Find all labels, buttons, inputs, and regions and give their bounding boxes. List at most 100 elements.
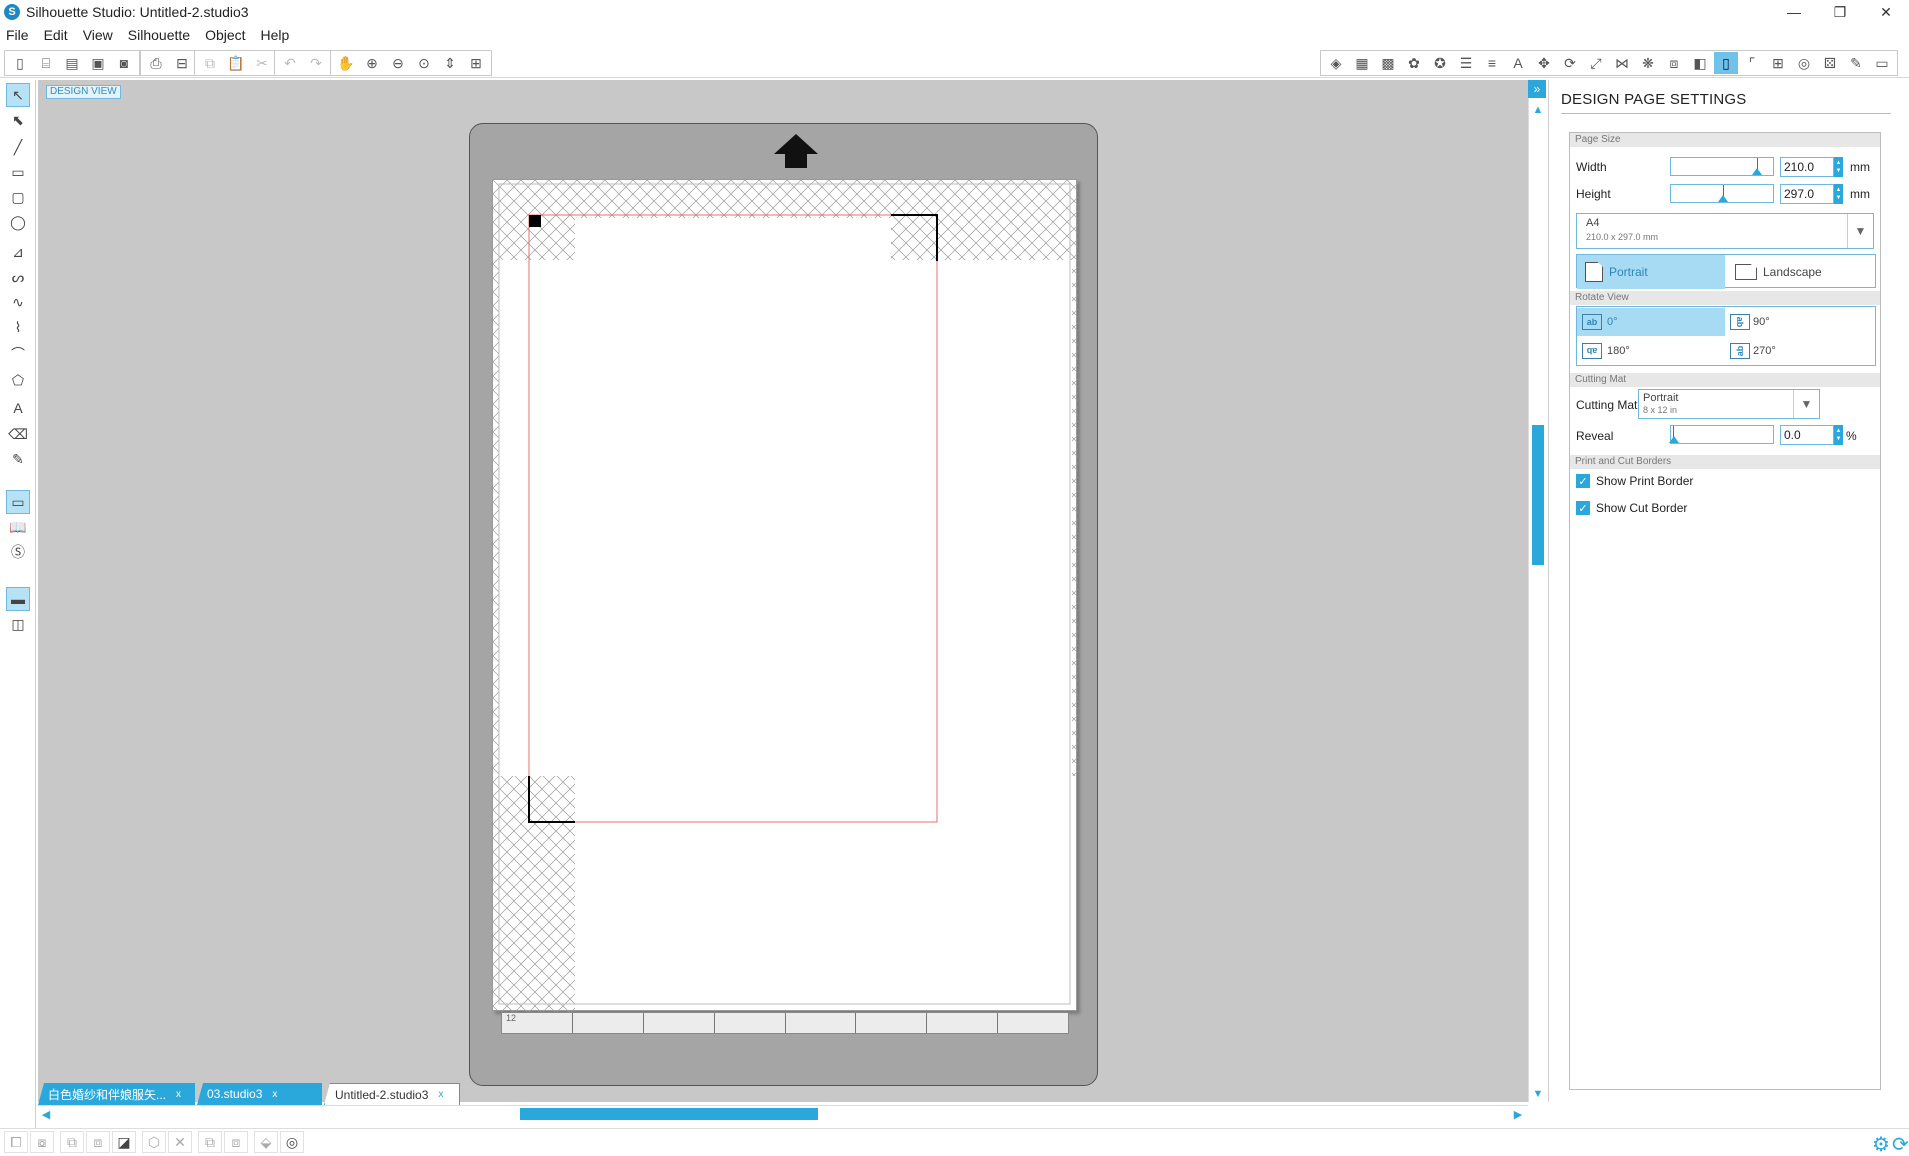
effects-icon[interactable]: ✪ (1428, 52, 1452, 74)
tab-document-2[interactable]: 03.studio3 x (197, 1083, 322, 1105)
reveal-slider[interactable] (1669, 425, 1774, 444)
select-arrow-icon[interactable]: ↖ (6, 83, 30, 107)
cutting-mat-dropdown[interactable]: Portrait 8 x 12 in ▼ (1638, 389, 1820, 419)
offset-icon[interactable]: ◎ (280, 1131, 304, 1153)
menu-help[interactable]: Help (261, 27, 290, 43)
save-icon[interactable]: ▣ (86, 52, 110, 74)
offset-icon[interactable]: ◧ (1688, 52, 1712, 74)
rotate-icon[interactable]: ⟳ (1558, 52, 1582, 74)
zoom-drag-icon[interactable]: ⇕ (438, 52, 462, 74)
menu-object[interactable]: Object (205, 27, 245, 43)
page-setup-icon[interactable]: ▯ (1714, 52, 1738, 74)
chevron-down-icon[interactable]: ▼ (1793, 390, 1819, 418)
rotate-90-button[interactable]: ab 90° (1727, 308, 1875, 336)
cut-icon[interactable]: ✂ (250, 52, 274, 74)
sketch-pen-icon[interactable]: ✎ (1844, 52, 1868, 74)
landscape-button[interactable]: Landscape (1727, 255, 1875, 289)
rotate-0-button[interactable]: ab 0° (1577, 308, 1725, 336)
width-stepper[interactable]: ▲ ▼ (1834, 157, 1843, 177)
ellipse-tool-icon[interactable]: ◯ (6, 210, 30, 234)
modify-icon[interactable]: ⧈ (1662, 52, 1686, 74)
ungroup-icon[interactable]: ⧇ (30, 1131, 54, 1153)
scroll-left-icon[interactable]: ◀ (40, 1108, 52, 1121)
library-icon[interactable]: 📖 (6, 515, 30, 539)
paste-icon[interactable]: 📋 (224, 52, 248, 74)
pixscan-icon[interactable]: ⚄ (1818, 52, 1842, 74)
grid-icon[interactable]: ⊞ (1766, 52, 1790, 74)
fill-pattern-icon[interactable]: ▩ (1376, 52, 1400, 74)
send-cut-icon[interactable]: ▭ (1870, 52, 1894, 74)
open-folder-icon[interactable]: ⌸ (34, 52, 58, 74)
restore-button[interactable]: ❐ (1817, 0, 1863, 24)
scroll-right-icon[interactable]: ▶ (1512, 1108, 1524, 1121)
tab-document-3[interactable]: Untitled-2.studio3 x (324, 1083, 460, 1105)
fill-color-icon[interactable]: ◈ (1324, 52, 1348, 74)
scroll-up-icon[interactable]: ▲ (1532, 104, 1544, 116)
group-icon[interactable]: ⧠ (4, 1131, 28, 1153)
zoom-out-icon[interactable]: ⊖ (386, 52, 410, 74)
height-slider-handle[interactable] (1718, 195, 1728, 202)
eraser-tool-icon[interactable]: ⌫ (6, 422, 30, 446)
menu-edit[interactable]: Edit (44, 27, 68, 43)
minimize-button[interactable]: — (1771, 0, 1817, 24)
horizontal-scroll-thumb[interactable] (520, 1108, 818, 1120)
width-slider[interactable] (1670, 157, 1774, 176)
align-icon[interactable]: ⋈ (1610, 52, 1634, 74)
pan-hand-icon[interactable]: ✋ (334, 52, 358, 74)
design-view-icon[interactable]: ▬ (6, 587, 30, 611)
width-input[interactable]: 210.0 (1780, 157, 1834, 177)
point-edit-icon[interactable]: ⬉ (6, 108, 30, 132)
close-button[interactable]: ✕ (1863, 0, 1909, 24)
rotate-270-button[interactable]: ab 270° (1727, 337, 1875, 365)
scale-icon[interactable]: ⤢ (1584, 52, 1608, 74)
open-library-icon[interactable]: ▤ (60, 52, 84, 74)
release-compound-path-icon[interactable]: ⧈ (86, 1131, 110, 1153)
weld-icon[interactable]: ⬡ (142, 1131, 166, 1153)
curve-tool-icon[interactable]: ᔕ (6, 265, 30, 289)
width-slider-handle[interactable] (1752, 168, 1762, 175)
menu-file[interactable]: File (6, 27, 29, 43)
line-style-icon[interactable]: ≡ (1480, 52, 1504, 74)
design-page-settings-icon[interactable]: ▭ (6, 490, 30, 514)
reveal-input[interactable]: 0.0 (1780, 425, 1834, 445)
line-tool-icon[interactable]: ╱ (6, 135, 30, 159)
canvas-horizontal-scrollbar[interactable]: ◀ ▶ (38, 1105, 1528, 1121)
chevron-down-icon[interactable]: ▼ (1847, 214, 1873, 248)
transform-icon[interactable]: ✥ (1532, 52, 1556, 74)
design-page[interactable] (492, 179, 1078, 1012)
registration-marks-icon[interactable]: ⌜ (1740, 52, 1764, 74)
text-tool-icon[interactable]: A (6, 396, 30, 420)
rectangle-tool-icon[interactable]: ▭ (6, 160, 30, 184)
make-compound-path-icon[interactable]: ⧉ (60, 1131, 84, 1153)
duplicate-icon[interactable]: ⧉ (198, 1131, 222, 1153)
refresh-icon[interactable]: ⟳ (1892, 1132, 1909, 1156)
online-store-icon[interactable]: Ⓢ (6, 540, 30, 564)
menu-view[interactable]: View (83, 27, 113, 43)
page-size-dropdown[interactable]: A4 210.0 x 297.0 mm ▼ (1576, 213, 1874, 249)
mirror-icon[interactable]: ⧈ (224, 1131, 248, 1153)
portrait-button[interactable]: Portrait (1577, 255, 1725, 289)
replicate-icon[interactable]: ❋ (1636, 52, 1660, 74)
vertical-scroll-thumb[interactable] (1532, 425, 1544, 565)
tab-close-icon[interactable]: x (176, 1089, 181, 1100)
menu-silhouette[interactable]: Silhouette (128, 27, 190, 43)
split-view-icon[interactable]: ◫ (6, 612, 30, 636)
rounded-rectangle-tool-icon[interactable]: ▢ (6, 185, 30, 209)
scroll-down-icon[interactable]: ▼ (1532, 1088, 1544, 1100)
show-print-border-checkbox[interactable]: ✓ (1576, 474, 1590, 488)
canvas-vertical-scrollbar[interactable]: ▲ ▼ (1528, 80, 1546, 1102)
regular-polygon-tool-icon[interactable]: ⬠ (6, 368, 30, 392)
design-canvas[interactable]: DESIGN VIEW 12 (38, 80, 1528, 1102)
trace-icon[interactable]: ◎ (1792, 52, 1816, 74)
save-to-library-icon[interactable]: ◙ (112, 52, 136, 74)
copy-icon[interactable]: ⧉ (198, 52, 222, 74)
freehand-tool-icon[interactable]: ∿ (6, 290, 30, 314)
bring-to-front-icon[interactable]: ◪ (112, 1131, 136, 1153)
smooth-freehand-tool-icon[interactable]: ⌇ (6, 315, 30, 339)
show-cut-border-checkbox[interactable]: ✓ (1576, 501, 1590, 515)
height-input[interactable]: 297.0 (1780, 184, 1834, 204)
fit-to-window-icon[interactable]: ⊞ (464, 52, 488, 74)
zoom-select-icon[interactable]: ⊙ (412, 52, 436, 74)
fill-gradient-icon[interactable]: ▦ (1350, 52, 1374, 74)
sketch-icon[interactable]: ✿ (1402, 52, 1426, 74)
